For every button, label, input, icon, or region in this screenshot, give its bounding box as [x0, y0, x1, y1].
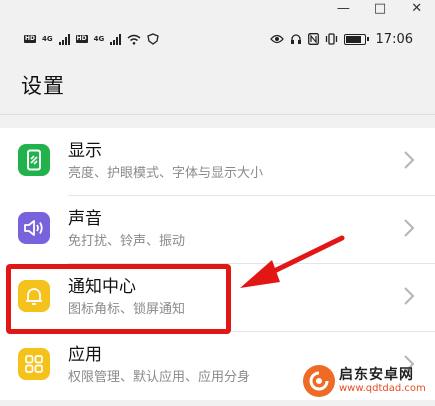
sim1-signal-icon: [58, 33, 70, 45]
window-controls: — □ ✕: [325, 0, 435, 18]
apps-icon: [18, 348, 50, 380]
wifi-icon: [127, 34, 141, 45]
header-divider: [0, 114, 435, 115]
watermark-url: www.qdtdad.com: [339, 383, 426, 394]
settings-item-display[interactable]: 显示 亮度、护眼模式、字体与显示大小: [0, 128, 435, 196]
sim2-signal-icon: [110, 33, 122, 45]
settings-item-subtitle: 权限管理、默认应用、应用分身: [68, 370, 251, 385]
annotation-arrow-icon: [240, 235, 345, 288]
minimize-button[interactable]: —: [331, 0, 355, 18]
sound-icon: [18, 212, 50, 244]
watermark-title: 启东安卓网: [339, 367, 414, 383]
sim1-hd-tag: HD: [24, 35, 37, 43]
settings-item-title: 应用: [68, 345, 102, 365]
highlight-box: [6, 264, 231, 334]
headset-icon: [290, 34, 301, 44]
nfc-icon: [307, 33, 319, 45]
status-time: 17:06: [375, 31, 413, 47]
eye-comfort-icon: [269, 34, 284, 44]
chevron-right-icon: [404, 151, 415, 169]
battery-icon: [343, 33, 369, 45]
close-button[interactable]: ✕: [405, 0, 429, 18]
watermark: 启东安卓网 www.qdtdad.com: [303, 362, 429, 400]
sim1-network: 4G: [42, 35, 53, 43]
sim2-hd-tag: HD: [75, 35, 88, 43]
settings-item-subtitle: 免打扰、铃声、振动: [68, 234, 186, 249]
display-icon: [18, 144, 50, 176]
vibrate-icon: [325, 33, 337, 45]
chevron-right-icon: [404, 287, 415, 305]
page-title: 设置: [21, 74, 65, 98]
settings-item-title: 声音: [68, 209, 102, 229]
chevron-right-icon: [404, 219, 415, 237]
shield-status-icon: [147, 33, 160, 45]
settings-item-sound[interactable]: 声音 免打扰、铃声、振动: [0, 196, 435, 264]
sim2-network: 4G: [93, 35, 105, 43]
maximize-button[interactable]: □: [368, 0, 392, 18]
settings-item-subtitle: 亮度、护眼模式、字体与显示大小: [68, 166, 264, 181]
settings-item-title: 显示: [68, 141, 102, 161]
watermark-logo-icon: [303, 365, 335, 397]
status-bar: HD 4G HD 4G 17:06: [0, 24, 435, 54]
